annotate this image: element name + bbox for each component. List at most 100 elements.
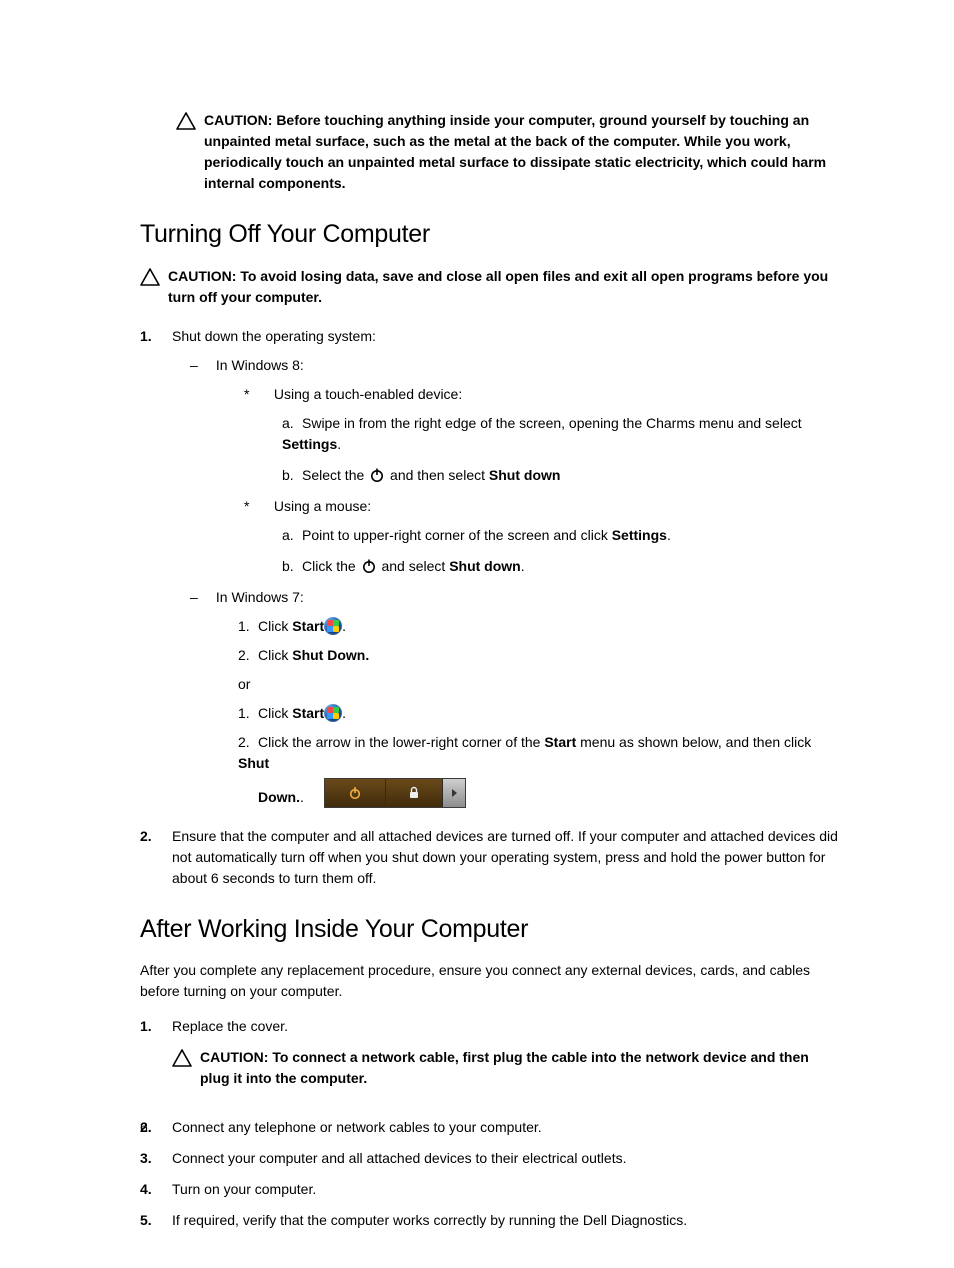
step-text: .	[342, 705, 346, 721]
step-text: .	[342, 618, 346, 634]
step-number: 4.	[140, 1179, 172, 1200]
step-number: 2.	[238, 732, 258, 753]
step-number: 1.	[238, 703, 258, 724]
step-letter: b.	[282, 465, 302, 486]
bold-term: Settings	[282, 436, 337, 452]
caution-triangle-icon	[140, 268, 160, 292]
intro-paragraph: After you complete any replacement proce…	[140, 960, 839, 1002]
list-item: Using a mouse: a.Point to upper-right co…	[244, 496, 839, 577]
step-number: 5.	[140, 1210, 172, 1231]
step-number: 1.	[238, 616, 258, 637]
step-text: menu as shown below, and then click	[576, 734, 811, 750]
step-number: 1.	[140, 1016, 172, 1107]
step-text: Click	[258, 618, 292, 634]
caution-block-top: CAUTION: Before touching anything inside…	[176, 110, 839, 194]
step-text: Ensure that the computer and all attache…	[172, 828, 838, 886]
section-title-turning-off: Turning Off Your Computer	[140, 216, 839, 254]
list-item: 2. Ensure that the computer and all atta…	[140, 826, 839, 889]
arrow-right-icon	[443, 779, 465, 807]
list-item: b.Click the and select Shut down.	[282, 556, 839, 577]
list-item: 2. Connect any telephone or network cabl…	[140, 1117, 839, 1138]
list-item: b.Select the and then select Shut down	[282, 465, 839, 486]
step-text: and select	[378, 558, 450, 574]
bold-term: Start	[292, 618, 324, 634]
step-text: and then select	[386, 467, 489, 483]
step-text: .	[337, 436, 341, 452]
start-orb-icon	[324, 617, 342, 635]
lettered-list: a.Point to upper-right corner of the scr…	[282, 525, 839, 577]
inner-num-list: 1.Click Start. 2.Click Shut Down.	[238, 616, 839, 666]
list-item: 1. Replace the cover. CAUTION: To connec…	[140, 1016, 839, 1107]
step-letter: a.	[282, 413, 302, 434]
list-item: 3. Connect your computer and all attache…	[140, 1148, 839, 1169]
lettered-list: a.Swipe in from the right edge of the sc…	[282, 413, 839, 486]
step-text: Click	[258, 647, 292, 663]
caution-block-section1: CAUTION: To avoid losing data, save and …	[140, 266, 839, 308]
list-item: 4. Turn on your computer.	[140, 1179, 839, 1200]
start-orb-icon	[324, 704, 342, 722]
bold-term: Shut Down.	[292, 647, 369, 663]
power-icon	[360, 558, 378, 574]
step-number: 1.	[140, 326, 172, 816]
caution-triangle-icon	[176, 112, 196, 136]
step-letter: a.	[282, 525, 302, 546]
step-text: Turn on your computer.	[172, 1181, 316, 1197]
caution-triangle-icon	[172, 1049, 192, 1073]
shutdown-menu-image	[324, 778, 466, 808]
ordered-list-section1: 1. Shut down the operating system: In Wi…	[140, 326, 839, 889]
inner-num-list: 1.Click Start. 2.Click the arrow in the …	[238, 703, 839, 808]
step-text: Click the	[302, 558, 360, 574]
step-number: 2.	[238, 645, 258, 666]
list-item: 1. Shut down the operating system: In Wi…	[140, 326, 839, 816]
caution-text: CAUTION: To connect a network cable, fir…	[200, 1047, 839, 1089]
step-text: Shut down the operating system:	[172, 328, 376, 344]
page-number: 6	[140, 1117, 148, 1138]
step-text: Swipe in from the right edge of the scre…	[302, 415, 802, 431]
power-icon	[368, 467, 386, 483]
step-text: Connect any telephone or network cables …	[172, 1119, 542, 1135]
method-list: Using a touch-enabled device: a.Swipe in…	[244, 384, 839, 577]
step-text: Click the arrow in the lower-right corne…	[258, 734, 544, 750]
step-text: Replace the cover.	[172, 1018, 288, 1034]
step-number: 3.	[140, 1148, 172, 1169]
step-text: .	[300, 787, 304, 808]
os-list: In Windows 8: Using a touch-enabled devi…	[194, 355, 839, 808]
method-label: Using a touch-enabled device:	[274, 386, 462, 402]
os-label: In Windows 8:	[216, 357, 304, 373]
caution-text: CAUTION: Before touching anything inside…	[204, 110, 839, 194]
ordered-list-section2: 1. Replace the cover. CAUTION: To connec…	[140, 1016, 839, 1231]
bold-term: Start	[544, 734, 576, 750]
step-number: 2.	[140, 826, 172, 889]
step-text: .	[521, 558, 525, 574]
step-text: .	[667, 527, 671, 543]
bold-term: Shut down	[449, 558, 521, 574]
power-button-icon	[325, 779, 386, 807]
step-text: Click	[258, 705, 292, 721]
list-item: 1.Click Start.	[238, 703, 839, 724]
caution-text: CAUTION: To avoid losing data, save and …	[168, 266, 839, 308]
step-letter: b.	[282, 556, 302, 577]
step-text: Connect your computer and all attached d…	[172, 1150, 626, 1166]
step-text: Select the	[302, 467, 368, 483]
list-item: 2.Click the arrow in the lower-right cor…	[238, 732, 839, 808]
step-text: If required, verify that the computer wo…	[172, 1212, 687, 1228]
list-item: Using a touch-enabled device: a.Swipe in…	[244, 384, 839, 486]
list-item: a.Point to upper-right corner of the scr…	[282, 525, 839, 546]
method-label: Using a mouse:	[274, 498, 371, 514]
lock-button-icon	[386, 779, 443, 807]
bold-term: Shut	[238, 755, 269, 771]
list-item: 2.Click Shut Down.	[238, 645, 839, 666]
list-item: In Windows 7: 1.Click Start. 2.Click Shu…	[194, 587, 839, 808]
list-item: 1.Click Start.	[238, 616, 839, 637]
bold-term: Settings	[612, 527, 667, 543]
caution-block-section2: CAUTION: To connect a network cable, fir…	[172, 1047, 839, 1089]
section-title-after-working: After Working Inside Your Computer	[140, 911, 839, 949]
or-label: or	[238, 674, 839, 695]
bold-term: Shut down	[489, 467, 561, 483]
list-item: 5. If required, verify that the computer…	[140, 1210, 839, 1231]
bold-term: Start	[292, 705, 324, 721]
bold-term: Down.	[258, 787, 300, 808]
os-label: In Windows 7:	[216, 589, 304, 605]
list-item: a.Swipe in from the right edge of the sc…	[282, 413, 839, 455]
list-item: In Windows 8: Using a touch-enabled devi…	[194, 355, 839, 577]
